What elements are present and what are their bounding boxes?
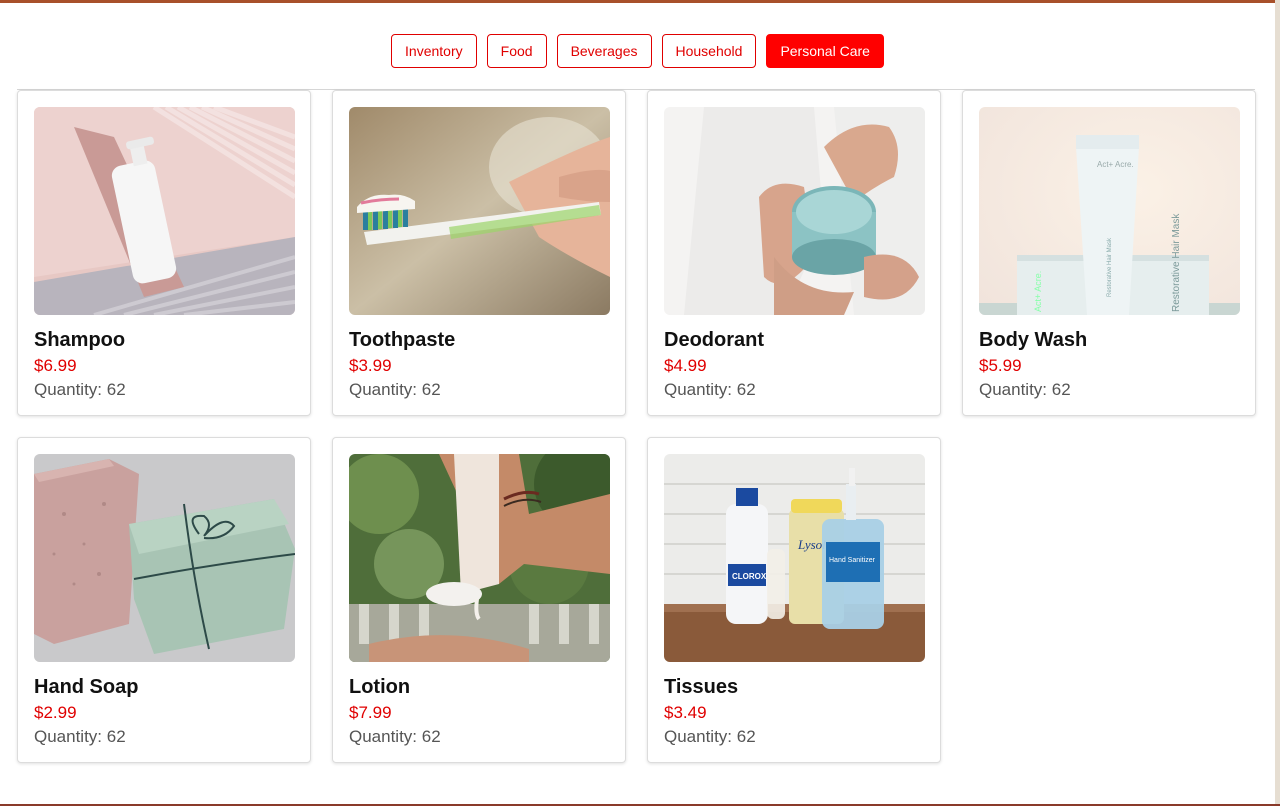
svg-text:Hand Sanitizer: Hand Sanitizer <box>829 557 876 564</box>
product-card-shampoo[interactable]: Shampoo $6.99 Quantity: 62 <box>17 90 311 416</box>
product-name: Body Wash <box>979 329 1088 351</box>
product-price: $4.99 <box>664 356 707 375</box>
deodorant-image <box>664 107 925 315</box>
tissues-image: CLOROX Lysol Hand Sanitizer <box>664 454 925 662</box>
toothpaste-image <box>349 107 610 315</box>
product-name: Lotion <box>349 676 411 698</box>
product-price: $2.99 <box>34 703 77 722</box>
product-card-hand-soap[interactable]: Hand Soap $2.99 Quantity: 62 <box>17 437 311 763</box>
product-quantity: Quantity: 62 <box>664 727 756 746</box>
product-name: Deodorant <box>664 329 764 351</box>
tab-beverages[interactable]: Beverages <box>556 34 652 68</box>
svg-text:Act+ Acre.: Act+ Acre. <box>1033 271 1043 312</box>
svg-text:CLOROX: CLOROX <box>732 572 767 581</box>
hand-soap-image <box>34 454 295 662</box>
product-grid: Shampoo $6.99 Quantity: 62 Toothpaste $3… <box>17 90 1257 763</box>
shampoo-image <box>34 107 295 315</box>
product-price: $7.99 <box>349 703 392 722</box>
category-tabs: Inventory Food Beverages Household Perso… <box>0 34 1275 68</box>
product-name: Tissues <box>664 676 739 698</box>
product-name: Hand Soap <box>34 676 139 698</box>
svg-text:Restorative Hair Mask: Restorative Hair Mask <box>1107 237 1113 297</box>
product-quantity: Quantity: 62 <box>34 727 126 746</box>
product-name: Shampoo <box>34 329 126 351</box>
tab-food[interactable]: Food <box>486 34 547 68</box>
product-price: $5.99 <box>979 356 1022 375</box>
product-name: Toothpaste <box>349 329 456 351</box>
product-price: $6.99 <box>34 356 77 375</box>
body-wash-image: Act+ Acre. Restorative Hair Mask Restora… <box>979 107 1240 315</box>
product-card-tissues[interactable]: CLOROX Lysol Hand Sanitizer Tissues $3.4… <box>647 437 941 763</box>
tab-personal-care[interactable]: Personal Care <box>766 34 884 68</box>
product-card-toothpaste[interactable]: Toothpaste $3.99 Quantity: 62 <box>332 90 626 416</box>
tab-inventory[interactable]: Inventory <box>391 34 477 68</box>
lotion-image <box>349 454 610 662</box>
product-card-body-wash[interactable]: Act+ Acre. Restorative Hair Mask Restora… <box>962 90 1256 416</box>
svg-text:Act+ Acre.: Act+ Acre. <box>1097 160 1134 169</box>
window-right-edge <box>1275 0 1280 806</box>
product-quantity: Quantity: 62 <box>349 727 441 746</box>
product-price: $3.99 <box>349 356 392 375</box>
product-card-lotion[interactable]: Lotion $7.99 Quantity: 62 <box>332 437 626 763</box>
product-quantity: Quantity: 62 <box>34 380 126 399</box>
product-quantity: Quantity: 62 <box>349 380 441 399</box>
tab-household[interactable]: Household <box>661 34 757 68</box>
svg-text:Lysol: Lysol <box>797 537 826 552</box>
svg-text:Restorative Hair Mask: Restorative Hair Mask <box>1171 213 1182 312</box>
top-accent-bar <box>0 0 1280 3</box>
product-quantity: Quantity: 62 <box>664 380 756 399</box>
product-price: $3.49 <box>664 703 707 722</box>
product-card-deodorant[interactable]: Deodorant $4.99 Quantity: 62 <box>647 90 941 416</box>
product-quantity: Quantity: 62 <box>979 380 1071 399</box>
